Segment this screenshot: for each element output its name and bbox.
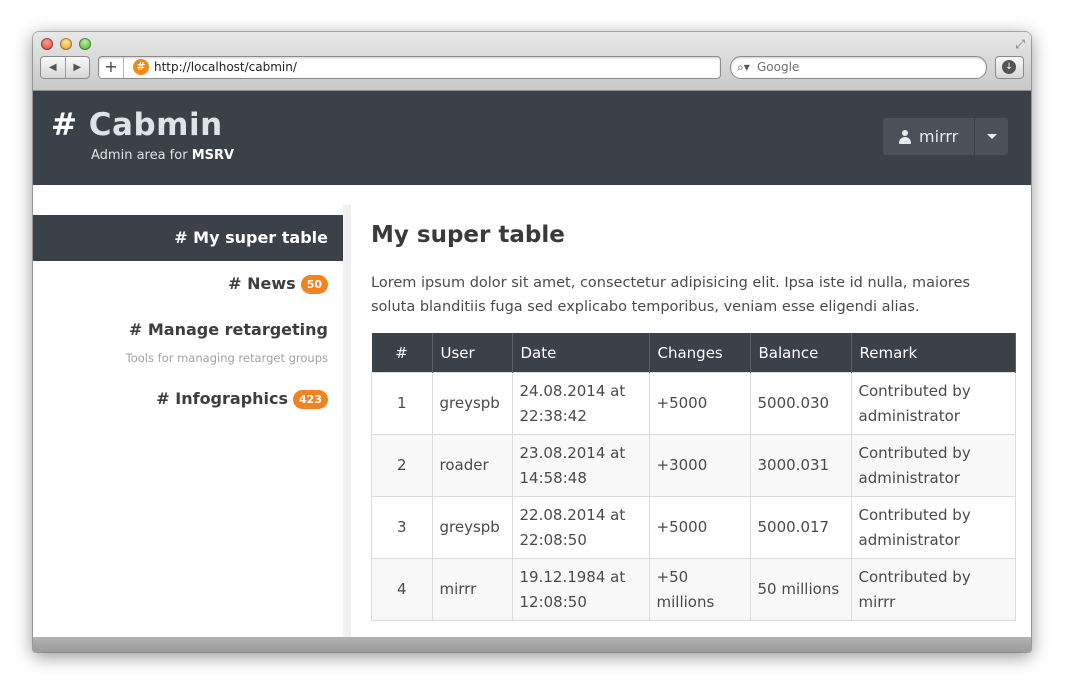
table-header-row: # User Date Changes Balance Remark: [371, 333, 1016, 373]
user-dropdown-toggle[interactable]: [974, 118, 1008, 155]
search-input[interactable]: ⌕▾ Google: [730, 56, 987, 79]
table-cell: Contributed by mirrr: [850, 558, 1016, 621]
news-count-badge: 50: [300, 275, 328, 294]
table-cell: 3: [371, 496, 433, 559]
close-window-button[interactable]: [41, 38, 53, 50]
search-icon[interactable]: ⌕▾: [737, 57, 750, 78]
maximize-window-button[interactable]: [79, 38, 91, 50]
history-nav: ◀ ▶: [40, 56, 90, 79]
table-row[interactable]: 3 greyspb 22.08.2014 at 22:08:50 +5000 5…: [371, 496, 1016, 559]
brand-tagline: Admin area for MSRV: [91, 148, 235, 163]
sidebar: # My super table # News 50 # Manage retar…: [33, 185, 351, 637]
table-cell: +5000: [648, 372, 751, 435]
table-cell: greyspb: [431, 496, 513, 559]
user-button[interactable]: mirrr: [883, 118, 974, 155]
column-header[interactable]: Changes: [649, 333, 751, 373]
forward-icon[interactable]: ▶: [66, 57, 90, 78]
table-cell: 19.12.1984 at 12:08:50: [511, 558, 650, 621]
minimize-window-button[interactable]: [60, 38, 72, 50]
downloads-button[interactable]: ↓: [995, 56, 1024, 79]
table-cell: 5000.030: [749, 372, 852, 435]
table-cell: 4: [371, 558, 433, 621]
sidebar-item-news[interactable]: # News 50: [33, 274, 328, 294]
table-cell: +50 millions: [648, 558, 751, 621]
column-header[interactable]: User: [432, 333, 513, 373]
sidebar-divider: [343, 205, 351, 637]
download-icon: ↓: [1002, 60, 1016, 74]
fullscreen-icon[interactable]: ⤢: [1015, 37, 1025, 52]
table-cell: 2: [371, 434, 433, 497]
table-cell: +3000: [648, 434, 751, 497]
user-menu: mirrr: [883, 118, 1008, 155]
table-cell: Contributed by administrator: [850, 372, 1016, 435]
column-header[interactable]: Remark: [851, 333, 1016, 373]
table-cell: +5000: [648, 496, 751, 559]
column-header[interactable]: #: [371, 333, 433, 373]
browser-status-bar: [33, 637, 1031, 652]
table-cell: roader: [431, 434, 513, 497]
caret-down-icon: [986, 134, 997, 139]
table-cell: 23.08.2014 at 14:58:48: [511, 434, 650, 497]
table-cell: Contributed by administrator: [850, 434, 1016, 497]
table-cell: greyspb: [431, 372, 513, 435]
page-description: Lorem ipsum dolor sit amet, consectetur …: [371, 275, 971, 315]
table-cell: 1: [371, 372, 433, 435]
app-header: # Cabmin Admin area for MSRV mirrr: [33, 91, 1031, 185]
table-cell: 3000.031: [749, 434, 852, 497]
table-row[interactable]: 4 mirrr 19.12.1984 at 12:08:50 +50 milli…: [371, 558, 1016, 621]
table-cell: 24.08.2014 at 22:38:42: [511, 372, 650, 435]
sidebar-item-manage-retargeting[interactable]: # Manage retargeting: [33, 320, 328, 339]
table-cell: Contributed by administrator: [850, 496, 1016, 559]
address-bar[interactable]: + # http://localhost/cabmin/: [98, 56, 721, 79]
column-header[interactable]: Date: [512, 333, 650, 373]
table-cell: 5000.017: [749, 496, 852, 559]
column-header[interactable]: Balance: [750, 333, 852, 373]
back-icon[interactable]: ◀: [41, 57, 66, 78]
add-bookmark-icon[interactable]: +: [99, 57, 124, 78]
infographics-count-badge: 423: [293, 390, 328, 409]
site-favicon-icon: #: [133, 59, 149, 75]
table-row[interactable]: 1 greyspb 24.08.2014 at 22:38:42 +5000 5…: [371, 372, 1016, 435]
url-text[interactable]: http://localhost/cabmin/: [154, 57, 297, 78]
user-name: mirrr: [919, 127, 959, 146]
search-placeholder: Google: [757, 60, 800, 74]
brand-logo[interactable]: # Cabmin: [51, 107, 223, 143]
data-table: # User Date Changes Balance Remark 1 gre…: [371, 333, 1016, 621]
table-cell: 22.08.2014 at 22:08:50: [511, 496, 650, 559]
browser-toolbar: ⤢ ◀ ▶ + # http://localhost/cabmin/ ⌕▾ Go…: [33, 32, 1031, 91]
user-icon: [899, 129, 912, 144]
table-cell: mirrr: [431, 558, 513, 621]
sidebar-item-infographics[interactable]: # Infographics 423: [33, 389, 328, 409]
table-row[interactable]: 2 roader 23.08.2014 at 14:58:48 +3000 30…: [371, 434, 1016, 497]
sidebar-item-subtitle: Tools for managing retarget groups: [125, 351, 328, 365]
browser-window: ⤢ ◀ ▶ + # http://localhost/cabmin/ ⌕▾ Go…: [33, 32, 1031, 652]
sidebar-item-my-super-table[interactable]: # My super table: [33, 215, 351, 261]
table-cell: 50 millions: [749, 558, 852, 621]
page-title: My super table: [371, 222, 565, 248]
